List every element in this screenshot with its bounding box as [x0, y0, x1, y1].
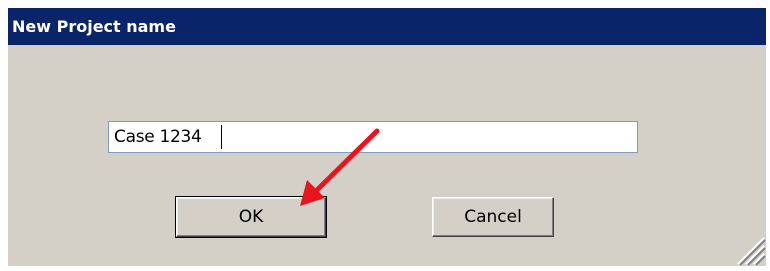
dialog-title: New Project name — [12, 17, 176, 36]
resize-grip-icon[interactable] — [732, 232, 766, 266]
cancel-button-label: Cancel — [464, 207, 522, 227]
ok-button[interactable]: OK — [175, 196, 327, 238]
project-name-input[interactable] — [108, 121, 638, 153]
ok-button-label: OK — [238, 207, 264, 227]
cancel-button[interactable]: Cancel — [432, 197, 554, 237]
text-caret — [221, 125, 222, 149]
dialog-titlebar[interactable]: New Project name — [8, 8, 766, 45]
new-project-dialog: New Project name OK Cancel — [8, 8, 768, 268]
